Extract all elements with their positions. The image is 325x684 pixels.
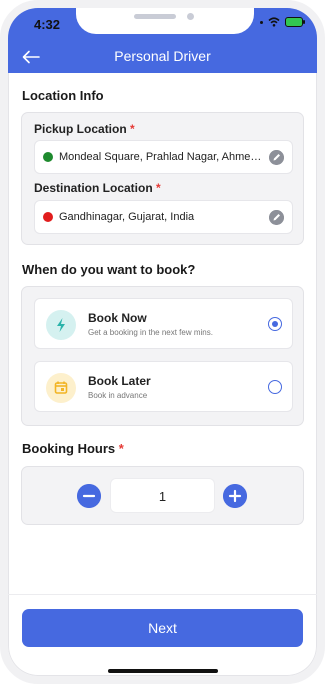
hours-title-text: Booking Hours [22, 441, 116, 456]
required-mark: * [156, 181, 161, 195]
page-title: Personal Driver [114, 48, 211, 64]
wifi-icon [268, 17, 280, 27]
status-icons [260, 17, 305, 27]
pencil-icon[interactable] [269, 210, 284, 225]
hours-section-title: Booking Hours * [22, 441, 124, 456]
pickup-location-value: Mondeal Square, Prahlad Nagar, Ahmedabad… [59, 151, 265, 163]
app-header: 4:32 Personal Driver [8, 8, 317, 73]
device-notch [76, 8, 254, 34]
status-time: 4:32 [34, 17, 61, 32]
plus-icon[interactable] [223, 484, 247, 508]
pencil-icon[interactable] [269, 150, 284, 165]
book-now-title: Book Now [88, 311, 147, 325]
lightning-icon [46, 310, 76, 340]
phone-frame: 4:32 Personal Driver Location Info Picku… [0, 0, 325, 684]
hours-quantity[interactable]: 1 [110, 478, 215, 513]
booking-section-title: When do you want to book? [22, 262, 196, 277]
destination-label-text: Destination Location [34, 181, 153, 195]
book-later-subtitle: Book in advance [88, 391, 148, 400]
required-mark: * [130, 122, 135, 136]
next-button[interactable]: Next [22, 609, 303, 647]
signal-icon [260, 20, 263, 24]
required-mark: * [118, 441, 124, 456]
booking-options-card: Book Now Get a booking in the next few m… [21, 286, 304, 426]
destination-location-field[interactable]: Gandhinagar, Gujarat, India [34, 200, 293, 234]
calendar-icon [46, 373, 76, 403]
book-now-subtitle: Get a booking in the next few mins. [88, 328, 213, 337]
minus-icon[interactable] [77, 484, 101, 508]
book-later-radio[interactable] [268, 380, 282, 394]
location-card: Pickup Location * Mondeal Square, Prahla… [21, 112, 304, 245]
book-now-radio[interactable] [268, 317, 282, 331]
camera-dot [187, 13, 194, 20]
pickup-dot [43, 152, 53, 162]
location-section-title: Location Info [22, 88, 104, 103]
hours-stepper-card: 1 [21, 466, 304, 525]
battery-icon [285, 17, 305, 27]
speaker-grill [134, 14, 176, 19]
destination-dot [43, 212, 53, 222]
home-indicator [108, 669, 218, 673]
destination-label: Destination Location * [34, 181, 161, 195]
destination-location-value: Gandhinagar, Gujarat, India [59, 211, 195, 223]
pickup-location-field[interactable]: Mondeal Square, Prahlad Nagar, Ahmedabad… [34, 140, 293, 174]
book-later-title: Book Later [88, 374, 151, 388]
footer-divider [8, 594, 317, 595]
book-now-option[interactable]: Book Now Get a booking in the next few m… [34, 298, 293, 349]
book-later-option[interactable]: Book Later Book in advance [34, 361, 293, 412]
pickup-label-text: Pickup Location [34, 122, 127, 136]
pickup-label: Pickup Location * [34, 122, 135, 136]
